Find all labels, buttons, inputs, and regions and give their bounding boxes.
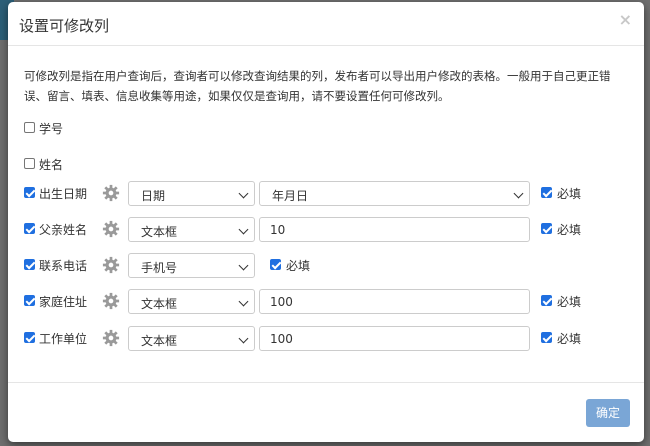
required-label: 必填 [557,187,582,201]
required-label: 必填 [557,295,582,309]
chevron-down-icon [238,224,249,235]
field-checkbox[interactable] [24,295,35,306]
required-checkbox[interactable] [541,295,552,306]
length-input[interactable]: 10 [259,217,530,242]
chevron-down-icon [238,260,249,271]
required-label: 必填 [557,332,582,346]
chevron-down-icon [238,188,249,199]
field-checkbox[interactable] [24,259,35,270]
type-select-value: 日期 [141,189,166,203]
field-row: 家庭住址 文本框 100 必填 [24,289,634,314]
length-input[interactable]: 100 [259,326,530,351]
field-label: 家庭住址 [39,295,88,309]
modal-header: 设置可修改列 × [8,2,644,46]
type-select[interactable]: 文本框 [128,289,255,314]
field-row: 姓名 [24,152,634,176]
field-checkbox[interactable] [24,332,35,343]
required-checkbox[interactable] [541,223,552,234]
chevron-down-icon [513,188,524,199]
field-row: 出生日期 日期 年月日 必填 [24,181,634,206]
field-checkbox[interactable] [24,158,35,169]
field-checkbox[interactable] [24,223,35,234]
required-checkbox[interactable] [541,332,552,343]
intro-text: 可修改列是指在用户查询后，查询者可以修改查询结果的列，发布者可以导出用户修改的表… [24,69,611,103]
format-select[interactable]: 年月日 [259,181,530,206]
required-checkbox[interactable] [270,259,281,270]
field-label: 学号 [39,122,64,136]
modal-dialog: 设置可修改列 × 可修改列是指在用户查询后，查询者可以修改查询结果的列，发布者可… [8,2,644,442]
field-row: 联系电话 手机号 必填 [24,253,634,278]
modal-footer: 确定 [8,382,644,442]
type-select[interactable]: 文本框 [128,217,255,242]
field-label: 联系电话 [39,259,88,273]
confirm-button[interactable]: 确定 [586,399,630,427]
type-select[interactable]: 手机号 [128,253,255,278]
close-icon[interactable]: × [619,12,632,28]
gear-icon[interactable] [102,220,120,238]
required-label: 必填 [286,259,311,273]
field-label: 父亲姓名 [39,223,88,237]
format-select-value: 年月日 [272,189,309,203]
field-label: 姓名 [39,158,64,172]
field-label: 出生日期 [39,187,88,201]
type-select-value: 文本框 [141,334,178,348]
field-checkbox[interactable] [24,187,35,198]
type-select[interactable]: 文本框 [128,326,255,351]
type-select-value: 手机号 [141,261,178,275]
type-select[interactable]: 日期 [128,181,255,206]
chevron-down-icon [238,296,249,307]
gear-icon[interactable] [102,292,120,310]
field-checkbox[interactable] [24,122,35,133]
field-row: 父亲姓名 文本框 10 必填 [24,217,634,242]
modal-body: 可修改列是指在用户查询后，查询者可以修改查询结果的列，发布者可以导出用户修改的表… [8,46,644,382]
length-input[interactable]: 100 [259,289,530,314]
modal-title: 设置可修改列 [19,17,110,35]
field-row: 工作单位 文本框 100 必填 [24,326,634,351]
chevron-down-icon [238,333,249,344]
field-row: 学号 [24,116,634,140]
field-label: 工作单位 [39,332,88,346]
required-label: 必填 [557,223,582,237]
required-checkbox[interactable] [541,187,552,198]
gear-icon[interactable] [102,329,120,347]
gear-icon[interactable] [102,256,120,274]
type-select-value: 文本框 [141,225,178,239]
type-select-value: 文本框 [141,297,178,311]
gear-icon[interactable] [102,184,120,202]
